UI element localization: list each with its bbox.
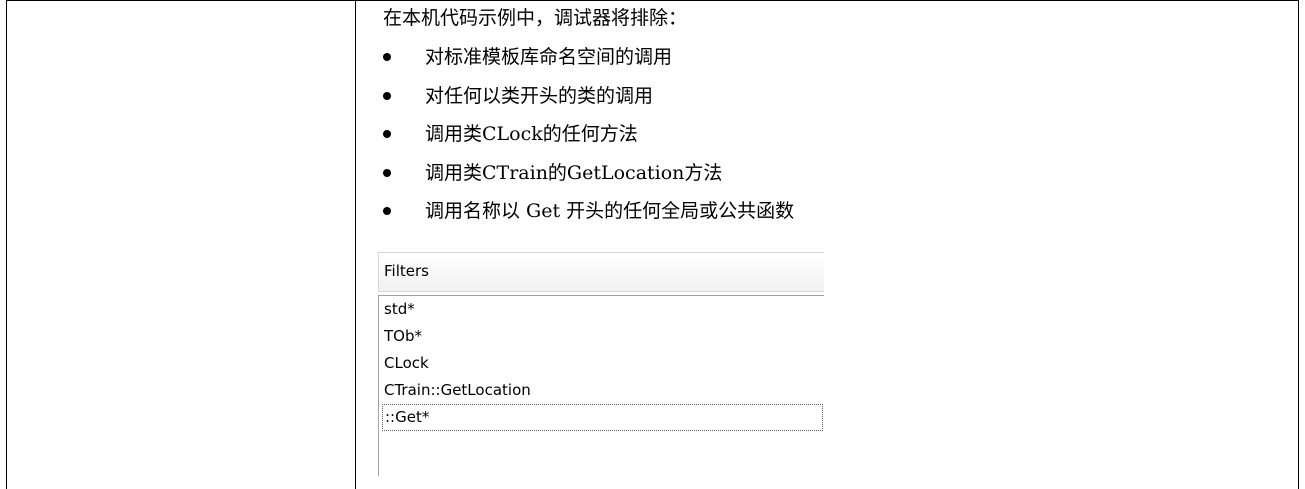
list-item-text: 调用名称以 Get 开头的任何全局或公共函数: [425, 200, 795, 222]
filter-item-clock[interactable]: CLock: [384, 350, 429, 377]
table-border-right: [1298, 0, 1299, 489]
bullet-icon: [383, 53, 391, 61]
filter-item-tob[interactable]: TOb*: [384, 323, 422, 350]
filter-item-ctrain-getlocation[interactable]: CTrain::GetLocation: [384, 377, 531, 404]
list-item-text: 对标准模板库命名空间的调用: [425, 46, 673, 68]
bullet-icon: [383, 130, 391, 138]
bullet-icon: [383, 207, 391, 215]
filters-header-label: Filters: [384, 262, 429, 280]
filter-item-std[interactable]: std*: [384, 296, 415, 323]
list-item-text: 对任何以类开头的类的调用: [425, 84, 654, 107]
table-border-left: [6, 0, 7, 489]
bullet-icon: [383, 168, 391, 177]
filters-column-header[interactable]: Filters: [378, 252, 824, 292]
table-border-top: [6, 0, 1299, 1]
list-item-text: 调用类CTrain的GetLocation方法: [425, 161, 723, 184]
filter-item-get[interactable]: ::Get*: [382, 404, 823, 431]
filters-list[interactable]: std* TOb* CLock CTrain::GetLocation ::Ge…: [378, 295, 824, 476]
table-column-divider: [355, 0, 356, 489]
filters-panel: Filters std* TOb* CLock CTrain::GetLocat…: [378, 252, 824, 476]
bullet-icon: [383, 91, 391, 100]
list-item-text: 调用类CLock的任何方法: [425, 123, 638, 145]
intro-text: 在本机代码示例中，调试器将排除：: [383, 7, 688, 29]
